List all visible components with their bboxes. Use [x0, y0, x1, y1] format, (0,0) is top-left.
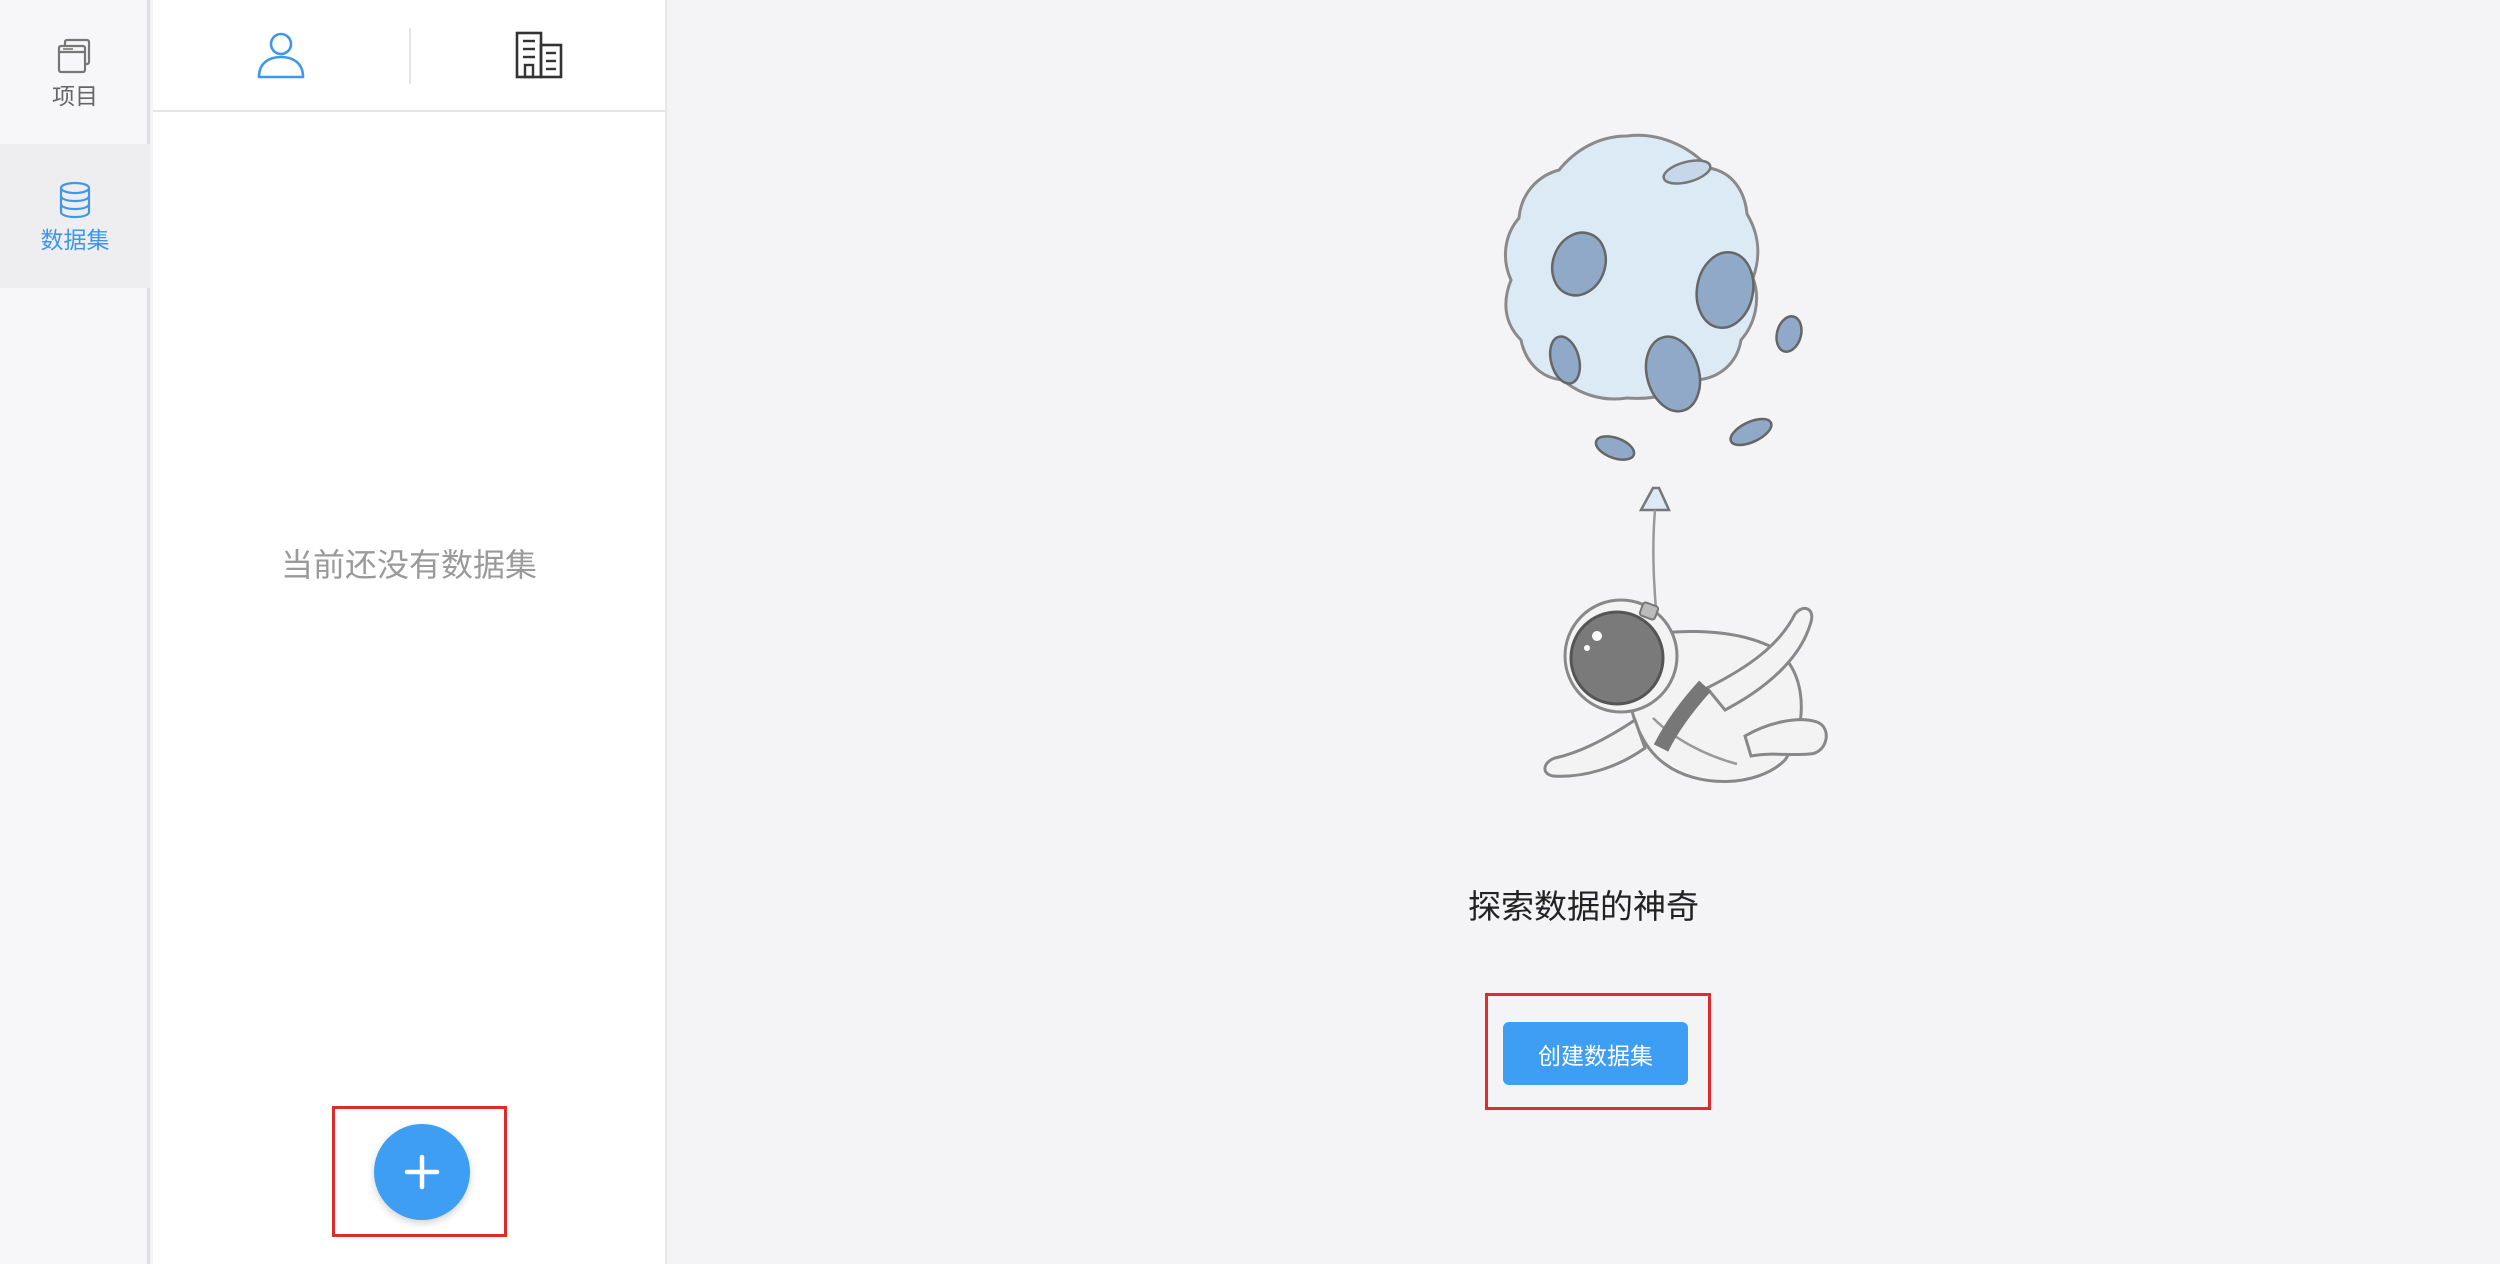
nav-item-datasets[interactable]: 数据集 — [0, 144, 150, 288]
ownership-tabbar — [153, 0, 665, 112]
user-icon — [257, 32, 305, 79]
headline: 探索数据的神奇 — [1468, 887, 1699, 926]
main-content: 探索数据的神奇 创建数据集 — [667, 0, 2500, 1264]
empty-state-text: 当前还没有数据集 — [280, 546, 537, 584]
plus-icon — [404, 1154, 440, 1190]
create-dataset-button[interactable]: 创建数据集 — [1503, 1022, 1688, 1085]
nav-item-label: 项目 — [52, 83, 98, 110]
dataset-list-panel: 当前还没有数据集 — [153, 0, 667, 1264]
astronaut-balloon-illustration — [1504, 133, 1828, 783]
add-dataset-button[interactable] — [374, 1124, 470, 1220]
building-icon — [515, 31, 563, 79]
nav-item-label: 数据集 — [40, 227, 110, 254]
tab-organization[interactable] — [411, 0, 667, 110]
database-icon — [59, 181, 91, 218]
nav-rail: 项目 数据集 — [0, 0, 150, 1264]
tab-personal[interactable] — [153, 0, 409, 110]
project-stack-icon — [57, 38, 91, 73]
nav-item-projects[interactable]: 项目 — [0, 0, 150, 144]
